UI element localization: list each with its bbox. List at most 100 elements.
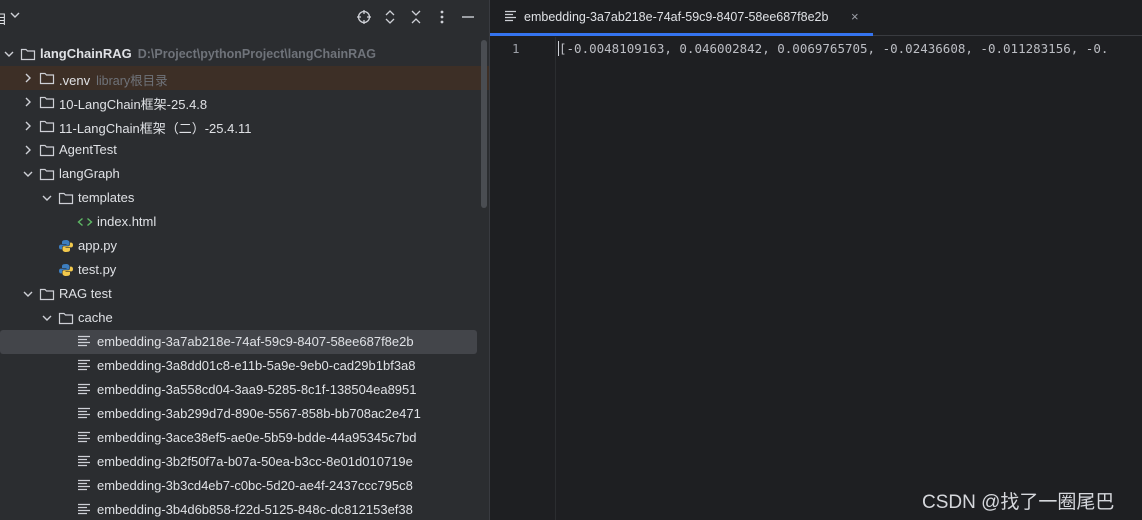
- chevron-right-icon[interactable]: [22, 96, 34, 108]
- tree-item-name: embedding-3ab299d7d-890e-5567-858b-bb708…: [97, 406, 421, 421]
- panel-title[interactable]: 目: [0, 9, 7, 28]
- editor-tab-label: embedding-3a7ab218e-74af-59c9-8407-58ee6…: [524, 10, 829, 24]
- text-file-icon: [77, 383, 93, 397]
- expand-all-icon[interactable]: [381, 8, 399, 26]
- tree-item-label: embedding-3a7ab218e-74af-59c9-8407-58ee6…: [97, 334, 414, 349]
- tree-item-name: embedding-3a7ab218e-74af-59c9-8407-58ee6…: [97, 334, 414, 349]
- tree-item-label: embedding-3ab299d7d-890e-5567-858b-bb708…: [97, 406, 421, 421]
- tree-file-row[interactable]: app.py: [0, 234, 477, 258]
- line-number-gutter: 1: [490, 37, 556, 520]
- close-icon[interactable]: ×: [851, 9, 859, 24]
- chevron-down-icon[interactable]: [41, 312, 53, 324]
- folder-icon: [39, 119, 55, 133]
- tree-folder-row[interactable]: RAG test: [0, 282, 477, 306]
- editor-tab[interactable]: embedding-3a7ab218e-74af-59c9-8407-58ee6…: [490, 0, 873, 36]
- tree-item-label: embedding-3ace38ef5-ae0e-5b59-bdde-44a95…: [97, 430, 416, 445]
- tree-folder-row[interactable]: 11-LangChain框架（二）-25.4.11: [0, 114, 477, 138]
- tree-item-label: embedding-3b2f50f7a-b07a-50ea-b3cc-8e01d…: [97, 454, 413, 469]
- python-file-icon: [58, 239, 74, 253]
- tree-folder-row[interactable]: AgentTest: [0, 138, 477, 162]
- tree-item-label: test.py: [78, 262, 116, 277]
- tree-file-row[interactable]: embedding-3b4d6b858-f22d-5125-848c-dc812…: [0, 498, 477, 520]
- tree-item-name: AgentTest: [59, 142, 117, 157]
- tree-item-name: 11-LangChain框架（二）-25.4.11: [59, 121, 252, 136]
- tree-folder-row[interactable]: langChainRAG D:\Project\pythonProject\lan…: [0, 42, 477, 66]
- chevron-down-icon[interactable]: [9, 9, 21, 24]
- tree-file-row[interactable]: embedding-3a8dd01c8-e11b-5a9e-9eb0-cad29…: [0, 354, 477, 378]
- folder-icon: [39, 71, 55, 85]
- chevron-down-icon[interactable]: [22, 288, 34, 300]
- tree-item-label: embedding-3b3cd4eb7-c0bc-5d20-ae4f-2437c…: [97, 478, 413, 493]
- tree-folder-row[interactable]: templates: [0, 186, 477, 210]
- tree-file-row[interactable]: embedding-3ace38ef5-ae0e-5b59-bdde-44a95…: [0, 426, 477, 450]
- tree-item-name: cache: [78, 310, 113, 325]
- tree-item-label: 11-LangChain框架（二）-25.4.11: [59, 118, 251, 137]
- tree-item-label: embedding-3a8dd01c8-e11b-5a9e-9eb0-cad29…: [97, 358, 416, 373]
- tree-file-row[interactable]: embedding-3ab299d7d-890e-5567-858b-bb708…: [0, 402, 477, 426]
- tree-item-name: app.py: [78, 238, 118, 253]
- minimize-icon[interactable]: [459, 8, 477, 26]
- folder-icon: [39, 287, 55, 301]
- tree-folder-row[interactable]: langGraph: [0, 162, 477, 186]
- tree-item-label: index.html: [97, 214, 156, 229]
- tree-item-label: RAG test: [59, 286, 112, 301]
- tree-file-row[interactable]: embedding-3a7ab218e-74af-59c9-8407-58ee6…: [0, 330, 477, 354]
- python-file-icon: [58, 263, 74, 277]
- tree-file-row[interactable]: test.py: [0, 258, 477, 282]
- tree-file-row[interactable]: index.html: [0, 210, 477, 234]
- text-file-icon: [77, 455, 93, 469]
- line-number: 1: [512, 41, 520, 56]
- locate-target-icon[interactable]: [355, 8, 373, 26]
- tree-file-row[interactable]: embedding-3b3cd4eb7-c0bc-5d20-ae4f-2437c…: [0, 474, 477, 498]
- chevron-down-icon[interactable]: [3, 48, 15, 60]
- tree-item-name: RAG test: [59, 286, 112, 301]
- tree-item-label: 10-LangChain框架-25.4.8: [59, 94, 207, 113]
- tree-file-row[interactable]: embedding-3a558cd04-3aa9-5285-8c1f-13850…: [0, 378, 477, 402]
- text-file-icon: [77, 359, 93, 373]
- tree-item-label: .venv library根目录: [59, 70, 168, 89]
- tree-item-name: embedding-3b2f50f7a-b07a-50ea-b3cc-8e01d…: [97, 454, 413, 469]
- code-line[interactable]: [-0.0048109163, 0.046002842, 0.006976570…: [558, 41, 1108, 56]
- text-file-icon: [77, 431, 93, 445]
- tree-folder-row[interactable]: 10-LangChain框架-25.4.8: [0, 90, 477, 114]
- tree-item-label: cache: [78, 310, 113, 325]
- html-file-icon: [77, 215, 93, 229]
- folder-icon: [39, 143, 55, 157]
- chevron-right-icon[interactable]: [22, 120, 34, 132]
- tree-item-label: AgentTest: [59, 142, 117, 157]
- tree-item-name: embedding-3a8dd01c8-e11b-5a9e-9eb0-cad29…: [97, 358, 416, 373]
- text-file-icon: [77, 335, 93, 349]
- tree-scrollbar[interactable]: [481, 40, 487, 208]
- more-options-icon[interactable]: [433, 8, 451, 26]
- project-panel-header: 目: [0, 0, 489, 34]
- chevron-right-icon[interactable]: [22, 144, 34, 156]
- editor-tab-bar: embedding-3a7ab218e-74af-59c9-8407-58ee6…: [490, 0, 1142, 36]
- code-text: [-0.0048109163, 0.046002842, 0.006976570…: [559, 41, 1109, 56]
- tree-folder-row[interactable]: cache: [0, 306, 477, 330]
- tree-item-name: templates: [78, 190, 135, 205]
- chevron-right-icon[interactable]: [22, 72, 34, 84]
- text-file-icon: [504, 10, 517, 25]
- tree-item-name: embedding-3ace38ef5-ae0e-5b59-bdde-44a95…: [97, 430, 417, 445]
- tree-item-label: langChainRAG D:\Project\pythonProject\lan…: [40, 46, 376, 61]
- project-tree: langChainRAG D:\Project\pythonProject\lan…: [0, 42, 489, 520]
- tree-item-label: embedding-3b4d6b858-f22d-5125-848c-dc812…: [97, 502, 413, 517]
- tree-item-hint: library根目录: [96, 74, 168, 88]
- tree-item-name: langGraph: [59, 166, 120, 181]
- tree-item-name: langChainRAG: [40, 46, 132, 61]
- folder-icon: [39, 167, 55, 181]
- chevron-down-icon[interactable]: [22, 168, 34, 180]
- chevron-down-icon[interactable]: [41, 192, 53, 204]
- tree-item-label: embedding-3a558cd04-3aa9-5285-8c1f-13850…: [97, 382, 416, 397]
- collapse-all-icon[interactable]: [407, 8, 425, 26]
- tree-item-name: embedding-3a558cd04-3aa9-5285-8c1f-13850…: [97, 382, 417, 397]
- tree-item-name: embedding-3b3cd4eb7-c0bc-5d20-ae4f-2437c…: [97, 478, 413, 493]
- folder-icon: [39, 95, 55, 109]
- tree-file-row[interactable]: embedding-3b2f50f7a-b07a-50ea-b3cc-8e01d…: [0, 450, 477, 474]
- text-file-icon: [77, 503, 93, 517]
- text-file-icon: [77, 407, 93, 421]
- tree-folder-row[interactable]: .venv library根目录: [0, 66, 489, 90]
- project-panel: 目 langChainRAG D:\Project\pythonProject\l…: [0, 0, 489, 520]
- folder-icon: [20, 47, 36, 61]
- tree-item-label: langGraph: [59, 166, 120, 181]
